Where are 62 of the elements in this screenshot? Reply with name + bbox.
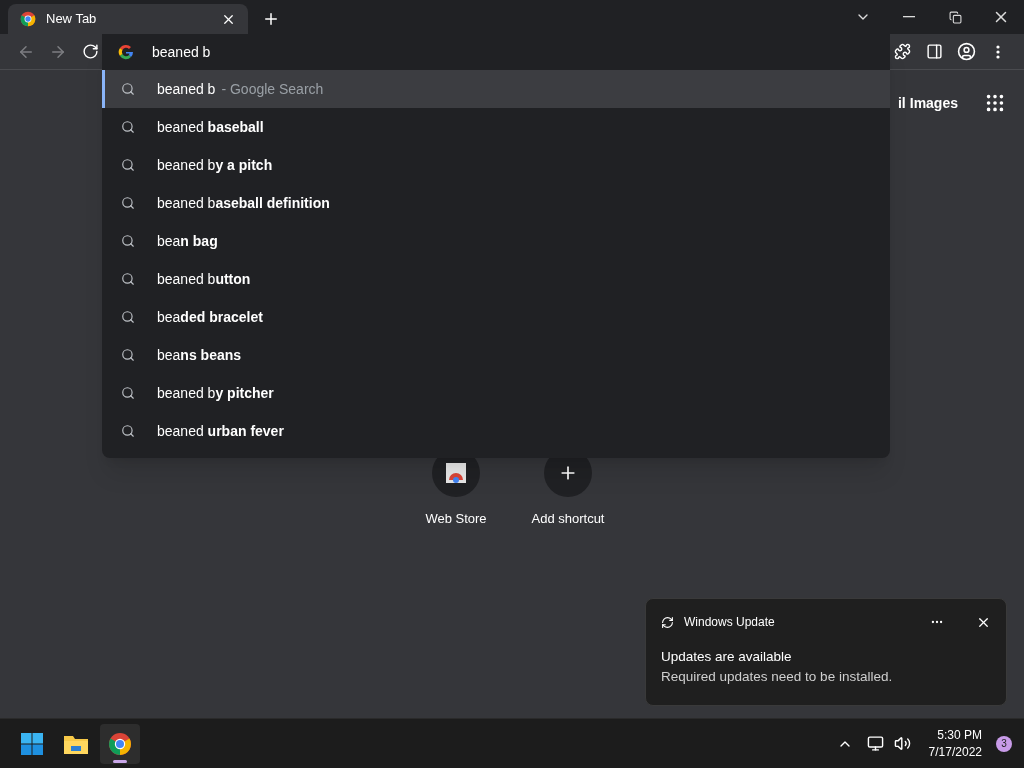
- chrome-logo-icon: [20, 11, 36, 27]
- clock-time: 5:30 PM: [937, 726, 982, 744]
- clock-date: 7/17/2022: [928, 743, 982, 761]
- suggestion-text: bean bag: [157, 231, 218, 251]
- person-icon: [956, 42, 976, 61]
- suggestion-item[interactable]: beaned by pitcher: [102, 374, 890, 412]
- suggestion-text: beaned b: [157, 79, 216, 99]
- reload-icon: [81, 43, 99, 60]
- volume-icon: [893, 735, 911, 752]
- search-icon: [121, 386, 135, 400]
- notification-badge[interactable]: 3: [996, 735, 1012, 752]
- network-icon: [866, 735, 884, 752]
- header-link[interactable]: il: [897, 92, 906, 114]
- search-icon: [121, 424, 135, 438]
- apps-button[interactable]: [984, 92, 1006, 114]
- update-icon: [661, 615, 674, 629]
- suggestion-text: beaned by pitcher: [157, 383, 274, 403]
- suggestion-item[interactable]: beaned b - Google Search: [102, 70, 890, 108]
- minimize-icon: [903, 16, 915, 18]
- suggestion-item[interactable]: beans beans: [102, 336, 890, 374]
- menu-icon: [996, 44, 1000, 59]
- notification-app: Windows Update: [684, 614, 776, 631]
- suggestion-text: beaned baseball definition: [157, 193, 330, 213]
- notification-body: Required updates need to be installed.: [661, 668, 894, 687]
- new-tab-button[interactable]: [262, 10, 280, 28]
- suggestion-item[interactable]: beaded bracelet: [102, 298, 890, 336]
- plus-icon: [262, 10, 280, 28]
- suggestion-item[interactable]: beaned baseball definition: [102, 184, 890, 222]
- side-panel-icon: [925, 43, 943, 60]
- search-icon: [121, 196, 135, 210]
- suggestion-text: beaned button: [157, 269, 251, 289]
- suggestion-text: beans beans: [157, 345, 242, 365]
- apps-grid-icon: [984, 92, 1006, 114]
- chrome-logo-icon: [108, 731, 132, 756]
- suggestion-item[interactable]: beaned by a pitch: [102, 146, 890, 184]
- web-store-icon: [445, 462, 467, 484]
- search-icon: [121, 272, 135, 286]
- search-icon: [121, 82, 135, 96]
- search-icon: [121, 310, 135, 324]
- search-icon: [121, 158, 135, 172]
- tab-title: New Tab: [46, 10, 98, 29]
- suggestion-item[interactable]: bean bag: [102, 222, 890, 260]
- suggestion-text: beaned baseball: [157, 117, 264, 137]
- puzzle-icon: [893, 43, 911, 60]
- suggestion-text: beaned urban fever: [157, 421, 284, 441]
- windows-logo-icon: [20, 731, 44, 756]
- notification-title: Updates are available: [661, 648, 793, 666]
- browser-tab[interactable]: New Tab: [8, 4, 248, 34]
- suggestion-text: beaned by a pitch: [157, 155, 273, 175]
- suggestion-suffix: - Google Search: [221, 79, 324, 99]
- search-icon: [121, 234, 135, 248]
- search-icon: [121, 348, 135, 362]
- suggestion-item[interactable]: beaned button: [102, 260, 890, 298]
- search-icon: [121, 120, 135, 134]
- restore-icon: [948, 10, 962, 24]
- google-logo-icon: [118, 44, 134, 60]
- suggestion-item[interactable]: beaned urban fever: [102, 412, 890, 450]
- suggestion-item[interactable]: beaned baseball: [102, 108, 890, 146]
- header-link[interactable]: Images: [909, 92, 958, 114]
- taskbar-app[interactable]: [100, 723, 140, 764]
- address-field[interactable]: beaned b: [152, 41, 890, 63]
- suggestion-text: beaded bracelet: [157, 307, 263, 327]
